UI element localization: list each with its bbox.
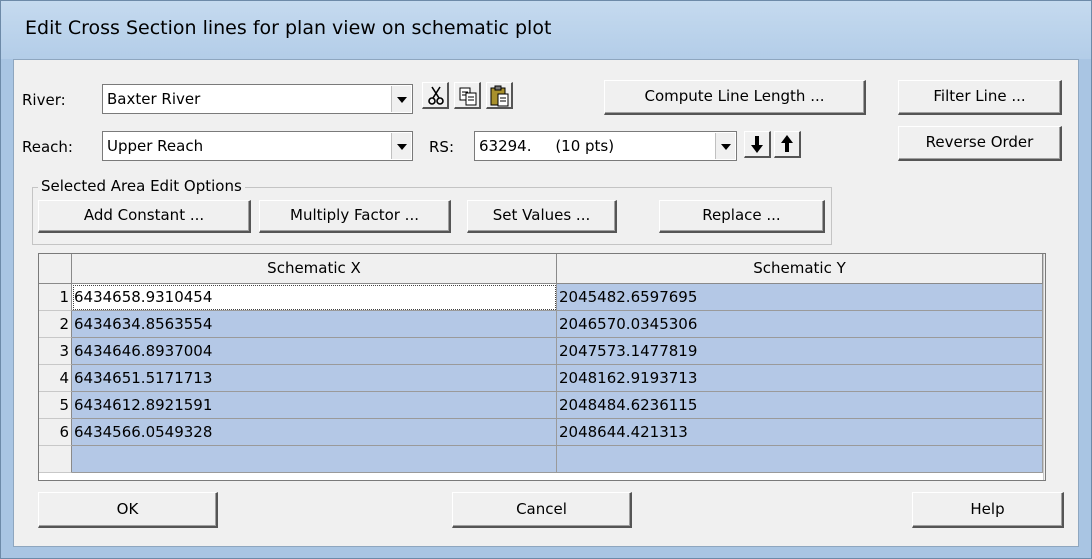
compute-line-length-button[interactable]: Compute Line Length ...	[604, 80, 866, 115]
river-dropdown-button[interactable]	[391, 86, 411, 112]
help-button[interactable]: Help	[912, 492, 1064, 528]
add-constant-button[interactable]: Add Constant ...	[38, 200, 251, 233]
edit-options-group-label: Selected Area Edit Options	[38, 177, 245, 195]
copy-button[interactable]	[454, 82, 481, 109]
cancel-button[interactable]: Cancel	[452, 492, 632, 528]
river-combobox[interactable]: Baxter River	[102, 84, 413, 114]
set-values-button[interactable]: Set Values ...	[467, 200, 617, 233]
table-vertical-scrollbar[interactable]	[1043, 254, 1045, 480]
rs-value: 63294. (10 pts)	[479, 137, 615, 155]
table-cell-x[interactable]: 6434651.5171713	[72, 365, 557, 392]
column-header-schematic-x[interactable]: Schematic X	[72, 254, 557, 284]
column-header-schematic-y[interactable]: Schematic Y	[557, 254, 1043, 284]
table-cell-x[interactable]	[72, 446, 557, 473]
table-cell-y[interactable]: 2048644.421313	[557, 419, 1043, 446]
arrow-up-icon	[781, 135, 793, 152]
table-cell-y[interactable]: 2046570.0345306	[557, 311, 1043, 338]
table-corner-header[interactable]	[39, 254, 72, 284]
river-value: Baxter River	[107, 90, 201, 108]
table-cell-x[interactable]: 6434634.8563554	[72, 311, 557, 338]
multiply-factor-button[interactable]: Multiply Factor ...	[259, 200, 451, 233]
row-header[interactable]: 1	[39, 284, 72, 311]
table-cell-y[interactable]: 2048484.6236115	[557, 392, 1043, 419]
table-cell-y[interactable]: 2048162.9193713	[557, 365, 1043, 392]
rs-dropdown-button[interactable]	[715, 133, 735, 159]
row-header[interactable]: 6	[39, 419, 72, 446]
paste-button[interactable]	[486, 82, 513, 109]
river-label: River:	[22, 91, 66, 109]
title-bar[interactable]: Edit Cross Section lines for plan view o…	[1, 1, 1091, 59]
window-title: Edit Cross Section lines for plan view o…	[25, 17, 552, 39]
table-cell-y[interactable]: 2047573.1477819	[557, 338, 1043, 365]
dialog-window: Edit Cross Section lines for plan view o…	[0, 0, 1092, 559]
rs-label: RS:	[429, 138, 454, 156]
table-cell-x[interactable]: 6434566.0549328	[72, 419, 557, 446]
reach-combobox[interactable]: Upper Reach	[102, 131, 413, 161]
reach-label: Reach:	[22, 138, 73, 156]
table-cell-x[interactable]: 6434658.9310454	[72, 284, 557, 311]
table-cell-x[interactable]: 6434646.8937004	[72, 338, 557, 365]
row-header[interactable]	[39, 446, 72, 473]
move-up-button[interactable]	[774, 131, 801, 158]
reach-value: Upper Reach	[107, 137, 204, 155]
table-cell-y[interactable]: 2045482.6597695	[557, 284, 1043, 311]
copy-icon	[459, 87, 477, 106]
ok-button[interactable]: OK	[38, 492, 218, 528]
row-header[interactable]: 5	[39, 392, 72, 419]
row-header[interactable]: 3	[39, 338, 72, 365]
move-down-button[interactable]	[744, 131, 771, 158]
paste-icon	[490, 85, 509, 107]
replace-button[interactable]: Replace ...	[659, 200, 825, 233]
reverse-order-button[interactable]: Reverse Order	[898, 126, 1062, 161]
dialog-client-area: River: Baxter River Compute Line Length …	[13, 59, 1079, 547]
row-header[interactable]: 4	[39, 365, 72, 392]
row-header[interactable]: 2	[39, 311, 72, 338]
scissors-icon	[428, 86, 444, 105]
table-cell-y[interactable]	[557, 446, 1043, 473]
filter-line-button[interactable]: Filter Line ...	[898, 80, 1062, 115]
rs-combobox[interactable]: 63294. (10 pts)	[474, 131, 737, 161]
coordinates-table[interactable]: Schematic X Schematic Y 1 6434658.931045…	[38, 253, 1046, 481]
reach-dropdown-button[interactable]	[391, 133, 411, 159]
table-cell-x[interactable]: 6434612.8921591	[72, 392, 557, 419]
arrow-down-icon	[751, 136, 763, 153]
cut-button[interactable]	[422, 82, 449, 109]
